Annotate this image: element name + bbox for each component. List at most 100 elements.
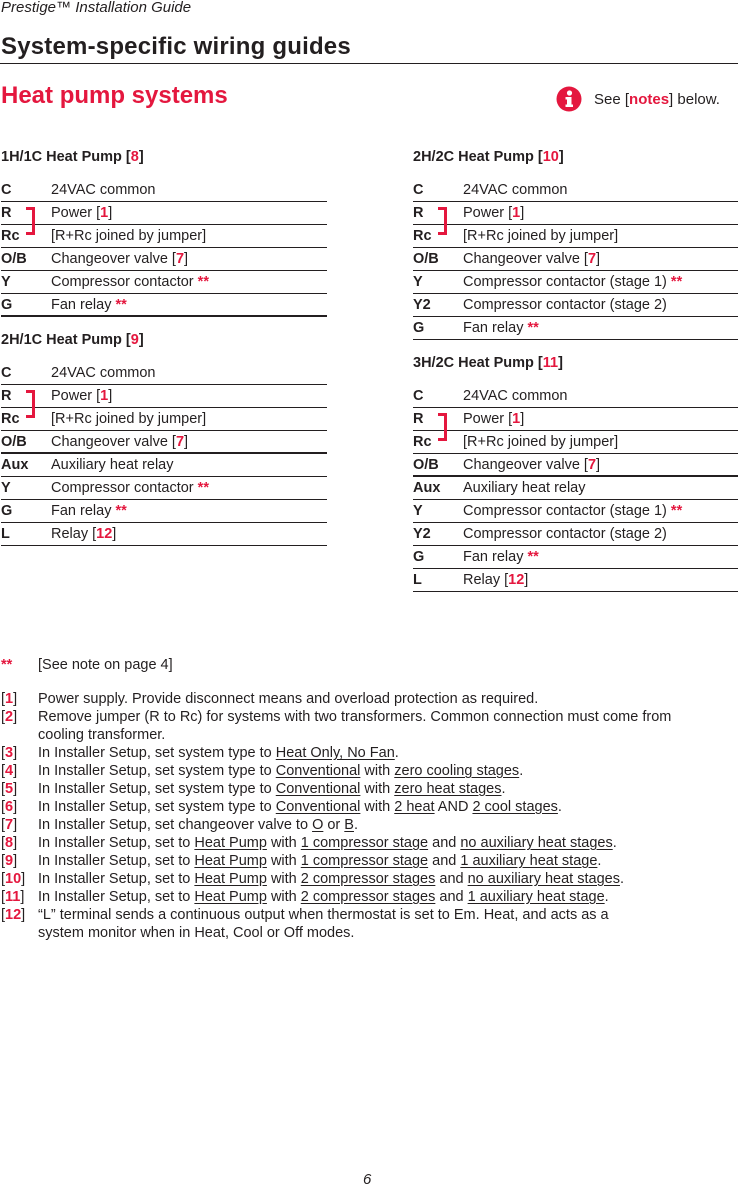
jumper-bracket-icon bbox=[26, 207, 35, 235]
table-row: Rc [R+Rc joined by jumper] bbox=[413, 431, 738, 454]
note-text-part: and bbox=[435, 889, 468, 905]
footnote-stars: ** bbox=[115, 297, 127, 313]
table-row: O/B Changeover valve [7] bbox=[1, 248, 327, 271]
note-list: [1] Power supply. Provide disconnect mean… bbox=[1, 690, 737, 942]
table-title-text: 2H/2C Heat Pump [ bbox=[413, 149, 543, 165]
note-text-part: AND bbox=[434, 799, 473, 815]
description-text: [R+Rc joined by jumper] bbox=[463, 228, 619, 244]
description-text: Changeover valve [ bbox=[51, 434, 176, 450]
terminal-label: Aux bbox=[413, 480, 441, 496]
note-text-part: and bbox=[435, 871, 468, 887]
terminal-label: C bbox=[413, 182, 424, 198]
wiring-table-3h2c: 3H/2C Heat Pump [11] C 24VAC common R Power … bbox=[413, 352, 738, 592]
note-text: In Installer Setup, set system type to C… bbox=[38, 798, 737, 816]
description-text: ] bbox=[596, 251, 601, 267]
description-text: Compressor contactor (stage 2) bbox=[463, 526, 667, 542]
terminal-label: G bbox=[413, 549, 425, 565]
wiring-table-2h2c: 2H/2C Heat Pump [10] C 24VAC common R Power … bbox=[413, 146, 738, 340]
table-row: L Relay [12] bbox=[1, 523, 327, 546]
setting-value: Heat Pump bbox=[194, 889, 267, 905]
setting-value: Heat Pump bbox=[194, 871, 267, 887]
setting-value: 2 compressor stages bbox=[300, 889, 436, 905]
setting-value: 2 heat bbox=[394, 799, 435, 815]
note-text-part: In Installer Setup, set changeover valve… bbox=[38, 817, 313, 833]
terminal-description: Fan relay ** bbox=[463, 317, 738, 339]
terminal-label: Y bbox=[413, 274, 423, 290]
note-number: [3] bbox=[1, 745, 18, 761]
note-text-part: with bbox=[360, 763, 395, 779]
note-text-part: . bbox=[557, 799, 562, 815]
note-ref: 12 bbox=[96, 526, 113, 542]
table-title-text: 2H/1C Heat Pump [ bbox=[1, 332, 131, 348]
setting-value: zero heat stages bbox=[394, 781, 502, 797]
description-text: ] bbox=[596, 457, 601, 473]
footnote-stars: ** bbox=[197, 480, 209, 496]
section-title: System-specific wiring guides bbox=[1, 33, 351, 60]
note-number: [6] bbox=[1, 799, 18, 815]
notes-link[interactable]: notes bbox=[629, 91, 669, 108]
terminal-description: Power [1] bbox=[463, 408, 738, 430]
terminal-description: Compressor contactor ** bbox=[51, 477, 327, 499]
description-text: 24VAC common bbox=[463, 182, 568, 198]
terminal-label: O/B bbox=[1, 251, 27, 267]
note-text-part: In Installer Setup, set to bbox=[38, 835, 195, 851]
table-row: Rc [R+Rc joined by jumper] bbox=[1, 225, 327, 248]
table-title-text: ] bbox=[558, 149, 564, 165]
table-title: 2H/1C Heat Pump [9] bbox=[1, 329, 327, 351]
note-text-part: . bbox=[519, 763, 524, 779]
setting-value: Conventional bbox=[275, 781, 361, 797]
note-item: [11] In Installer Setup, set to Heat Pump… bbox=[1, 888, 737, 906]
note-text-part: with bbox=[266, 835, 301, 851]
description-text: Power [ bbox=[51, 388, 101, 404]
note-item: [7] In Installer Setup, set changeover va… bbox=[1, 816, 737, 834]
terminal-label: Y bbox=[1, 480, 11, 496]
page-number: 6 bbox=[363, 1171, 372, 1188]
terminal-label: O/B bbox=[1, 434, 27, 450]
note-item: [2] Remove jumper (R to Rc) for systems w… bbox=[1, 708, 737, 744]
terminal-label: O/B bbox=[413, 251, 439, 267]
star-note-text: [See note on page 4] bbox=[38, 657, 173, 673]
table-row: G Fan relay ** bbox=[413, 546, 738, 569]
wiring-table-1h1c: 1H/1C Heat Pump [8] C 24VAC common R Power [… bbox=[1, 146, 327, 317]
table-row: Y2 Compressor contactor (stage 2) bbox=[413, 294, 738, 317]
description-text: ] bbox=[520, 205, 525, 221]
table-title: 1H/1C Heat Pump [8] bbox=[1, 146, 327, 168]
table-title-text: 1H/1C Heat Pump [ bbox=[1, 149, 131, 165]
description-text: Fan relay bbox=[463, 320, 528, 336]
note-item: [3] In Installer Setup, set system type t… bbox=[1, 744, 737, 762]
terminal-description: Fan relay ** bbox=[463, 546, 738, 568]
table-note-ref: 10 bbox=[542, 149, 559, 165]
description-text: ] bbox=[524, 572, 529, 588]
note-text: In Installer Setup, set to Heat Pump wit… bbox=[38, 888, 737, 906]
setting-value: Conventional bbox=[275, 799, 361, 815]
note-ref: 7 bbox=[175, 251, 185, 267]
description-text: Compressor contactor bbox=[51, 480, 198, 496]
terminal-label: L bbox=[1, 526, 10, 542]
footnote-stars: ** bbox=[670, 274, 683, 290]
setting-value: no auxiliary heat stages bbox=[467, 871, 620, 887]
setting-value: Conventional bbox=[275, 763, 361, 779]
note-text-part: with bbox=[360, 781, 395, 797]
terminal-description: Relay [12] bbox=[51, 523, 327, 545]
description-text: Auxiliary heat relay bbox=[463, 480, 586, 496]
setting-value: no auxiliary heat stages bbox=[460, 835, 613, 851]
terminal-description: Compressor contactor (stage 2) bbox=[463, 523, 738, 545]
document-header-title: Prestige™ Installation Guide bbox=[1, 0, 192, 16]
terminal-label: Aux bbox=[1, 457, 29, 473]
setting-value: 1 compressor stage bbox=[300, 853, 429, 869]
jumper-bracket-icon bbox=[438, 207, 447, 235]
description-text: 24VAC common bbox=[51, 365, 156, 381]
setting-value: Heat Only, No Fan bbox=[275, 745, 395, 761]
setting-value: Heat Pump bbox=[194, 853, 267, 869]
table-row: Y Compressor contactor ** bbox=[1, 271, 327, 294]
wiring-table-2h1c: 2H/1C Heat Pump [9] C 24VAC common R Power [… bbox=[1, 329, 327, 546]
note-number: [11] bbox=[1, 889, 25, 905]
subsection-title: Heat pump systems bbox=[1, 82, 228, 109]
star-note: ** [See note on page 4] bbox=[1, 656, 737, 674]
description-text: Power [ bbox=[51, 205, 101, 221]
note-item: [9] In Installer Setup, set to Heat Pump … bbox=[1, 852, 737, 870]
table-row: O/B Changeover valve [7] bbox=[1, 431, 327, 454]
notes-ref-prefix: See [ bbox=[594, 90, 630, 108]
table-title: 3H/2C Heat Pump [11] bbox=[413, 352, 738, 374]
table-row: Rc [R+Rc joined by jumper] bbox=[413, 225, 738, 248]
